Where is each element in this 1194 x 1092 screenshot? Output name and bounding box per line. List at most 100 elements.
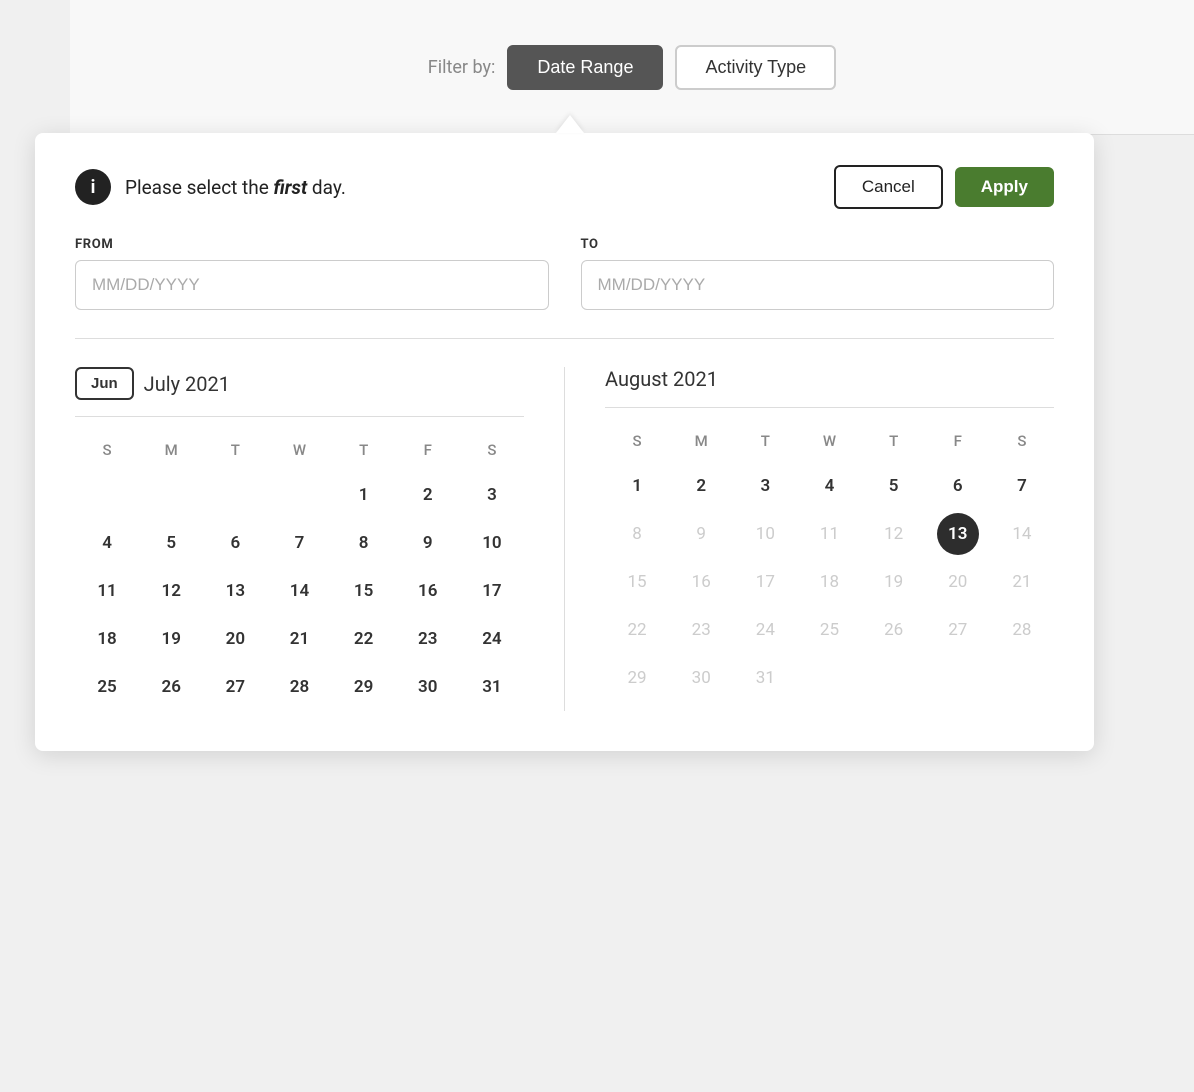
july-day-13[interactable]: 13 [214, 570, 256, 612]
dropdown-arrow [556, 115, 584, 133]
july-day-24[interactable]: 24 [471, 618, 513, 660]
july-day-header-m: M [139, 433, 203, 471]
july-day-22[interactable]: 22 [343, 618, 385, 660]
july-day-9[interactable]: 9 [407, 522, 449, 564]
date-range-popup: i Please select the first day. Cancel Ap… [35, 133, 1094, 751]
aug-day-20: 20 [937, 561, 979, 603]
aug-day-empty-2 [873, 657, 915, 699]
info-icon: i [75, 169, 111, 205]
to-date-field: TO [581, 237, 1055, 310]
aug-day-22: 22 [616, 609, 658, 651]
july-day-26[interactable]: 26 [150, 666, 192, 708]
july-day-6[interactable]: 6 [214, 522, 256, 564]
july-day-18[interactable]: 18 [86, 618, 128, 660]
to-date-input[interactable] [581, 260, 1055, 310]
aug-day-2[interactable]: 2 [680, 465, 722, 507]
aug-day-29: 29 [616, 657, 658, 699]
aug-day-12: 12 [873, 513, 915, 555]
apply-button[interactable]: Apply [955, 167, 1054, 207]
july-day-5[interactable]: 5 [150, 522, 192, 564]
info-row: i Please select the first day. Cancel Ap… [75, 165, 1054, 209]
aug-day-26: 26 [873, 609, 915, 651]
aug-day-3[interactable]: 3 [744, 465, 786, 507]
july-day-empty-4 [278, 474, 320, 516]
july-day-2[interactable]: 2 [407, 474, 449, 516]
aug-day-9: 9 [680, 513, 722, 555]
aug-day-17: 17 [744, 561, 786, 603]
july-day-30[interactable]: 30 [407, 666, 449, 708]
august-calendar-divider [605, 407, 1054, 408]
aug-day-7[interactable]: 7 [1001, 465, 1043, 507]
july-day-empty-3 [214, 474, 256, 516]
activity-type-filter-button[interactable]: Activity Type [675, 45, 836, 90]
aug-day-header-s1: S [605, 424, 669, 462]
aug-day-1[interactable]: 1 [616, 465, 658, 507]
aug-day-18: 18 [808, 561, 850, 603]
july-day-23[interactable]: 23 [407, 618, 449, 660]
aug-day-header-t2: T [862, 424, 926, 462]
aug-day-empty-3 [937, 657, 979, 699]
cancel-button[interactable]: Cancel [834, 165, 943, 209]
from-label: FROM [75, 237, 549, 252]
july-day-3[interactable]: 3 [471, 474, 513, 516]
july-day-7[interactable]: 7 [278, 522, 320, 564]
calendar-separator [564, 367, 565, 711]
to-label: TO [581, 237, 1055, 252]
aug-day-empty-1 [808, 657, 850, 699]
prev-month-button[interactable]: Jun [75, 367, 134, 400]
july-day-header-t1: T [203, 433, 267, 471]
aug-day-10: 10 [744, 513, 786, 555]
july-day-11[interactable]: 11 [86, 570, 128, 612]
july-day-1[interactable]: 1 [343, 474, 385, 516]
july-day-10[interactable]: 10 [471, 522, 513, 564]
july-day-17[interactable]: 17 [471, 570, 513, 612]
july-day-16[interactable]: 16 [407, 570, 449, 612]
aug-day-13[interactable]: 13 [937, 513, 979, 555]
aug-day-31: 31 [744, 657, 786, 699]
action-buttons: Cancel Apply [834, 165, 1054, 209]
july-day-25[interactable]: 25 [86, 666, 128, 708]
filter-bar: Filter by: Date Range Activity Type [70, 0, 1194, 135]
date-range-filter-button[interactable]: Date Range [507, 45, 663, 90]
july-day-12[interactable]: 12 [150, 570, 192, 612]
july-calendar-header: Jun July 2021 [75, 367, 524, 400]
july-day-28[interactable]: 28 [278, 666, 320, 708]
aug-day-5[interactable]: 5 [873, 465, 915, 507]
aug-day-30: 30 [680, 657, 722, 699]
aug-day-header-w: W [797, 424, 861, 462]
july-day-19[interactable]: 19 [150, 618, 192, 660]
july-day-empty-1 [86, 474, 128, 516]
july-day-header-f: F [396, 433, 460, 471]
aug-day-14: 14 [1001, 513, 1043, 555]
info-message: Please select the first day. [125, 176, 346, 199]
aug-day-11: 11 [808, 513, 850, 555]
aug-day-21: 21 [1001, 561, 1043, 603]
info-left: i Please select the first day. [75, 169, 346, 205]
filter-by-label: Filter by: [428, 57, 496, 78]
july-day-15[interactable]: 15 [343, 570, 385, 612]
aug-day-6[interactable]: 6 [937, 465, 979, 507]
july-day-4[interactable]: 4 [86, 522, 128, 564]
from-date-input[interactable] [75, 260, 549, 310]
july-day-8[interactable]: 8 [343, 522, 385, 564]
aug-day-16: 16 [680, 561, 722, 603]
section-divider [75, 338, 1054, 339]
july-calendar: Jun July 2021 S M T W T F S 1 2 3 [75, 367, 524, 711]
july-day-14[interactable]: 14 [278, 570, 320, 612]
aug-day-19: 19 [873, 561, 915, 603]
july-day-31[interactable]: 31 [471, 666, 513, 708]
july-day-20[interactable]: 20 [214, 618, 256, 660]
july-day-21[interactable]: 21 [278, 618, 320, 660]
july-calendar-grid: S M T W T F S 1 2 3 4 5 6 7 8 [75, 433, 524, 711]
aug-day-header-f: F [926, 424, 990, 462]
aug-day-15: 15 [616, 561, 658, 603]
aug-day-empty-4 [1001, 657, 1043, 699]
date-inputs: FROM TO [75, 237, 1054, 310]
july-day-29[interactable]: 29 [343, 666, 385, 708]
august-calendar-header: August 2021 [605, 367, 1054, 391]
aug-day-4[interactable]: 4 [808, 465, 850, 507]
july-day-27[interactable]: 27 [214, 666, 256, 708]
aug-day-27: 27 [937, 609, 979, 651]
july-calendar-divider [75, 416, 524, 417]
july-day-empty-2 [150, 474, 192, 516]
